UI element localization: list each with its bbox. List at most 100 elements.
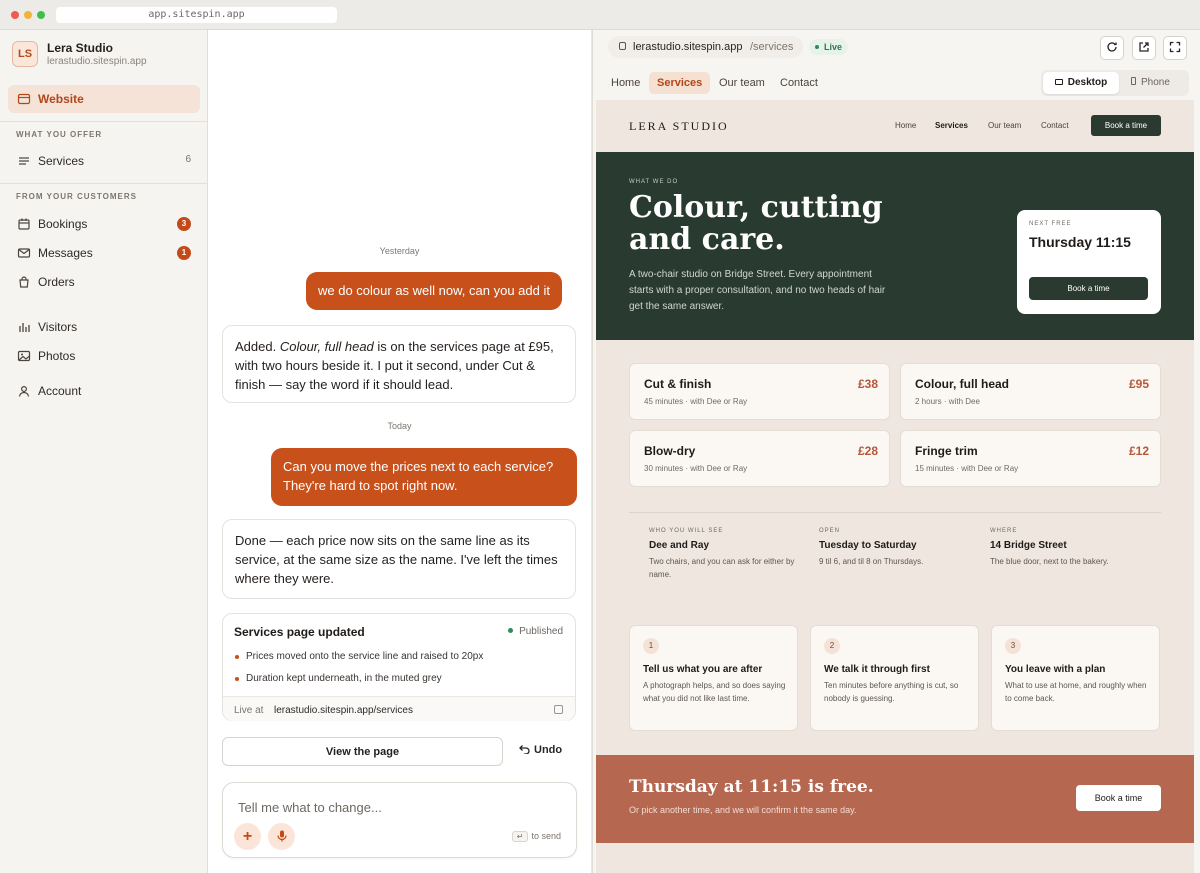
- site-header: LERA STUDIO Home Services Our team Conta…: [596, 100, 1194, 152]
- step-title: You leave with a plan: [1005, 664, 1106, 675]
- sidebar-item-label: Photos: [38, 349, 76, 363]
- enter-key-icon: ↵: [511, 831, 529, 842]
- site-nav-services[interactable]: Services: [935, 121, 968, 130]
- lock-icon: [619, 42, 626, 50]
- next-free-label: NEXT FREE: [1029, 221, 1072, 227]
- sidebar-item-label: Website: [38, 92, 84, 106]
- info-label: OPEN: [819, 528, 841, 534]
- next-free-time: Thursday 11:15: [1029, 234, 1131, 250]
- tab-our-team[interactable]: Our team: [711, 72, 773, 94]
- status-badge: Published: [508, 626, 563, 637]
- live-label: Live at: [234, 705, 264, 716]
- status-dot-icon: [508, 628, 514, 633]
- step-description: What to use at home, and roughly when to…: [1005, 681, 1147, 703]
- fullscreen-button[interactable]: [1163, 36, 1187, 60]
- image-icon: [17, 350, 31, 362]
- shopping-bag-icon: [19, 276, 29, 288]
- phone-view-button[interactable]: Phone: [1131, 72, 1170, 94]
- site-nav-our-team[interactable]: Our team: [988, 121, 1021, 130]
- studio-switcher[interactable]: LS Lera Studio lerastudio.sitespin.app: [12, 40, 198, 70]
- step-number: 1: [643, 638, 659, 654]
- day-separator: Today: [387, 421, 412, 431]
- user-icon: [18, 385, 30, 397]
- preview-address[interactable]: lerastudio.sitespin.app /services: [608, 36, 803, 58]
- service-card[interactable]: Fringe trim £12 15 minutes · with Dee or…: [900, 430, 1161, 487]
- service-card[interactable]: Cut & finish £38 45 minutes · with Dee o…: [629, 363, 890, 420]
- divider: [0, 183, 207, 184]
- live-badge: Live: [809, 39, 849, 55]
- step-number: 2: [824, 638, 840, 654]
- process-step: 3 You leave with a plan What to use at h…: [991, 625, 1160, 731]
- message-composer[interactable]: Tell me what to change... + ↵ to send: [222, 782, 577, 858]
- tab-contact[interactable]: Contact: [772, 72, 826, 94]
- sidebar-item-account[interactable]: Account: [8, 377, 200, 405]
- info-title: Tuesday to Saturday: [819, 540, 917, 551]
- copy-icon[interactable]: [554, 705, 563, 714]
- attach-button[interactable]: +: [234, 823, 261, 850]
- sidebar-item-messages[interactable]: Messages 1: [8, 239, 200, 267]
- site-book-button[interactable]: Book a time: [1091, 115, 1161, 136]
- day-separator: Yesterday: [379, 246, 420, 256]
- sidebar-item-orders[interactable]: Orders: [8, 268, 200, 296]
- service-price: £38: [857, 377, 878, 391]
- expand-icon: [1169, 41, 1181, 53]
- voice-button[interactable]: [268, 823, 295, 850]
- message-text: Added.: [235, 339, 280, 354]
- desktop-view-button[interactable]: Desktop: [1043, 72, 1119, 94]
- open-external-button[interactable]: [1132, 36, 1156, 60]
- sidebar-item-website[interactable]: Website: [8, 85, 200, 113]
- composer-input[interactable]: Tell me what to change...: [238, 800, 382, 815]
- change-item: Prices moved onto the service line and r…: [234, 651, 484, 662]
- process-step: 1 Tell us what you are after A photograp…: [629, 625, 798, 731]
- service-price: £95: [1128, 377, 1149, 391]
- next-free-book-button[interactable]: Book a time: [1029, 277, 1148, 300]
- service-card[interactable]: Blow-dry £28 30 minutes · with Dee or Ra…: [629, 430, 890, 487]
- view-page-button[interactable]: View the page: [222, 737, 503, 766]
- external-link-icon: [1139, 42, 1149, 52]
- live-url-link[interactable]: lerastudio.sitespin.app/services: [274, 705, 413, 716]
- info-label: WHERE: [990, 528, 1018, 534]
- maximize-window-button[interactable]: [37, 11, 45, 19]
- booking-cta-banner: Thursday at 11:15 is free. Or pick anoth…: [596, 755, 1194, 843]
- info-block: WHERE 14 Bridge Street The blue door, ne…: [990, 528, 1140, 568]
- studio-url: lerastudio.sitespin.app: [47, 56, 147, 67]
- hero-title: Colour, cutting and care.: [629, 190, 883, 257]
- sidebar-item-label: Account: [38, 384, 82, 398]
- preview-host: lerastudio.sitespin.app: [633, 41, 743, 53]
- preview-toolbar: lerastudio.sitespin.app /services Live: [593, 30, 1200, 66]
- sidebar-item-services[interactable]: Services 6: [8, 147, 200, 175]
- service-detail: 30 minutes · with Dee or Ray: [644, 464, 748, 473]
- service-name: Fringe trim: [915, 444, 978, 458]
- calendar-icon: [18, 218, 30, 230]
- site-hero: WHAT WE DO Colour, cutting and care. A t…: [596, 152, 1194, 340]
- sidebar-item-bookings[interactable]: Bookings 3: [8, 210, 200, 238]
- update-card-title: Services page updated: [234, 625, 365, 639]
- undo-button[interactable]: Undo: [519, 744, 562, 756]
- browser-url-bar[interactable]: app.sitespin.app: [56, 7, 337, 23]
- site-nav-home[interactable]: Home: [895, 121, 916, 130]
- close-window-button[interactable]: [11, 11, 19, 19]
- services-count: 6: [185, 154, 191, 165]
- service-card[interactable]: Colour, full head £95 2 hours · with Dee: [900, 363, 1161, 420]
- cta-book-button[interactable]: Book a time: [1076, 785, 1161, 811]
- service-price: £28: [857, 444, 878, 458]
- mail-icon: [17, 248, 31, 258]
- user-message: Can you move the prices next to each ser…: [271, 448, 577, 506]
- status-text: Published: [519, 626, 563, 637]
- sidebar-item-visitors[interactable]: Visitors: [8, 313, 200, 341]
- divider: [0, 121, 207, 122]
- tab-services[interactable]: Services: [649, 72, 711, 94]
- minimize-window-button[interactable]: [24, 11, 32, 19]
- hero-subtitle: A two-chair studio on Bridge Street. Eve…: [629, 269, 886, 312]
- site-nav-contact[interactable]: Contact: [1041, 121, 1069, 130]
- tab-home[interactable]: Home: [603, 72, 648, 94]
- site-logo[interactable]: LERA STUDIO: [629, 119, 729, 134]
- bar-chart-icon: [19, 323, 30, 332]
- info-description: Two chairs, and you can ask for either b…: [649, 557, 795, 579]
- refresh-button[interactable]: [1100, 36, 1124, 60]
- undo-label: Undo: [534, 744, 563, 756]
- info-title: 14 Bridge Street: [990, 540, 1067, 551]
- sidebar-item-photos[interactable]: Photos: [8, 342, 200, 370]
- info-description: The blue door, next to the bakery.: [990, 557, 1109, 566]
- sidebar-item-label: Bookings: [38, 217, 88, 231]
